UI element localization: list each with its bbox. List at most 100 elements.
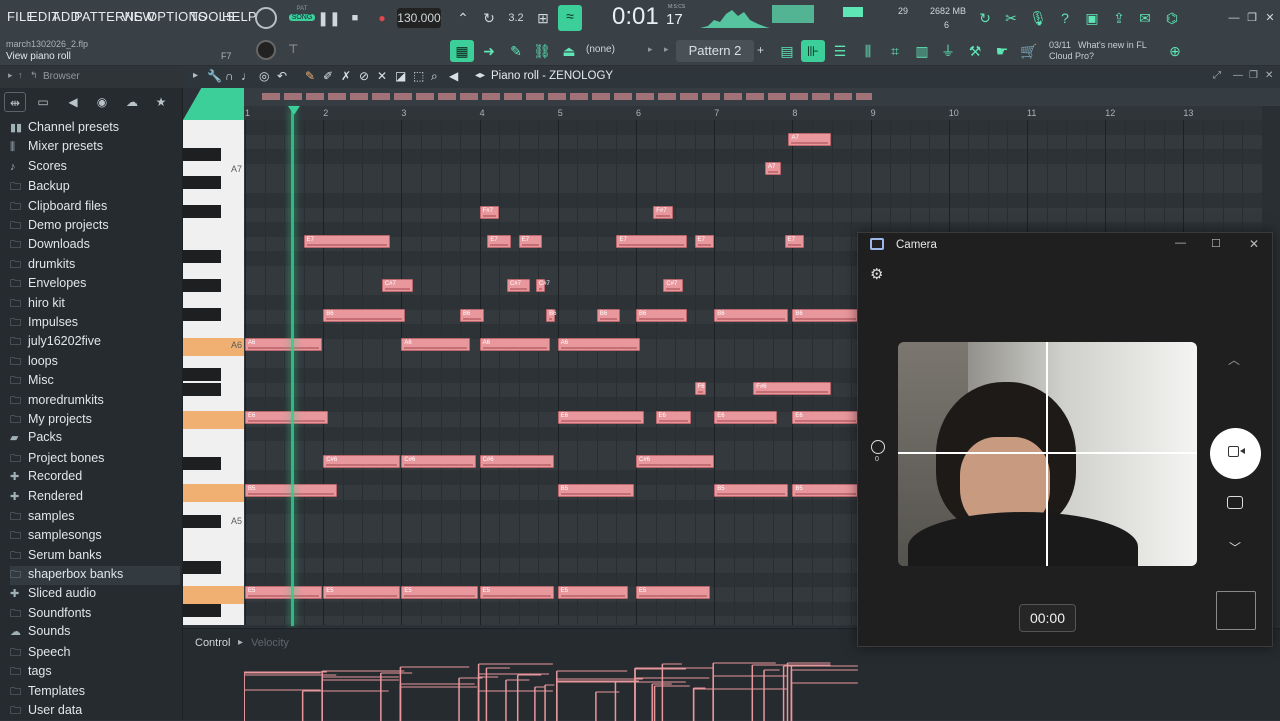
highlighted-key[interactable] xyxy=(183,484,244,502)
browser-item[interactable]: 🗀 Envelopes xyxy=(10,275,180,294)
target-icon[interactable]: ◎ xyxy=(259,69,269,83)
save-icon[interactable]: ▣ xyxy=(1080,7,1104,29)
magnet-icon[interactable]: ∩ xyxy=(225,69,234,83)
wrench-icon[interactable]: 🔧 xyxy=(207,69,222,83)
black-key[interactable] xyxy=(183,457,221,470)
midi-note[interactable]: E5 xyxy=(323,586,400,599)
help-icon[interactable]: ? xyxy=(1053,7,1077,29)
midi-note[interactable]: A6 xyxy=(557,338,640,351)
midi-note[interactable]: F#7 xyxy=(653,206,673,219)
arrow-right-small-icon[interactable]: ▸ xyxy=(664,44,669,55)
tempo-display[interactable]: 130.000 xyxy=(397,8,441,28)
paint-icon[interactable]: ✐ xyxy=(323,69,333,83)
midi-note[interactable]: E6 xyxy=(714,411,777,424)
black-key[interactable] xyxy=(183,308,221,321)
playhead[interactable] xyxy=(291,106,294,626)
midi-note[interactable]: F6 xyxy=(694,382,707,395)
plugin-icon[interactable]: ⌗ xyxy=(883,40,907,62)
midi-note[interactable]: B6 xyxy=(460,309,484,322)
browser-item[interactable]: 🗀 shaperbox banks xyxy=(10,566,180,586)
browser-item[interactable]: 🗀 Downloads xyxy=(10,236,180,255)
highlighted-key[interactable] xyxy=(183,411,244,429)
midi-note[interactable]: C#7 xyxy=(535,279,550,292)
browser-item[interactable]: 🗀 Clipboard files xyxy=(10,198,180,217)
camera-minimize-icon[interactable]: — xyxy=(1175,237,1186,249)
midi-note[interactable]: F#7 xyxy=(479,206,500,219)
pat-song-toggle[interactable]: PAT SONG xyxy=(289,6,315,30)
pause-button[interactable]: ❚❚ xyxy=(317,7,341,29)
browser-item[interactable]: 🗀 Soundfonts xyxy=(10,605,180,624)
midi-note[interactable]: E6 xyxy=(557,411,644,424)
browser-item[interactable]: 🗀 Demo projects xyxy=(10,217,180,236)
black-key[interactable] xyxy=(183,383,221,396)
last-capture-thumbnail[interactable] xyxy=(1216,591,1256,630)
midi-note[interactable]: C#6 xyxy=(636,455,715,468)
black-key[interactable] xyxy=(183,604,221,617)
midi-note[interactable]: E5 xyxy=(557,586,629,599)
undo-icon[interactable]: ↶ xyxy=(277,69,287,83)
browser-item[interactable]: 🗀 Misc xyxy=(10,372,180,391)
midi-note[interactable]: E7 xyxy=(616,235,687,248)
midi-note[interactable]: E5 xyxy=(479,586,554,599)
all-tab-icon[interactable]: ⇹ xyxy=(4,92,26,112)
news-line-1[interactable]: What's new in FL xyxy=(1078,40,1147,50)
control-arrow-icon[interactable]: ▸ xyxy=(238,637,243,648)
globe-icon[interactable]: ⊕ xyxy=(1163,40,1187,62)
arrow-right-icon[interactable]: ➜ xyxy=(477,40,501,62)
browser-item[interactable]: 🗀 Backup xyxy=(10,178,180,197)
master-volume-knob[interactable] xyxy=(255,7,277,29)
speaker-icon[interactable]: ◀ xyxy=(449,69,458,83)
camera-up-icon[interactable]: ︿ xyxy=(1228,351,1240,368)
loop-record-icon[interactable]: ↻ xyxy=(477,7,501,29)
share-icon[interactable]: ⌬ xyxy=(1160,7,1184,29)
files-tab-icon[interactable]: ▭ xyxy=(32,92,54,112)
pr-close-icon[interactable]: ✕ xyxy=(1265,70,1273,81)
slice-icon[interactable]: ◪ xyxy=(395,69,406,83)
control-label[interactable]: Control xyxy=(195,637,230,649)
midi-note[interactable]: C#6 xyxy=(323,455,400,468)
pattern-selector[interactable]: Pattern 2 xyxy=(676,40,754,62)
black-key[interactable] xyxy=(183,148,221,161)
piano-keyboard[interactable]: A7 A6 A5 xyxy=(183,120,244,625)
black-key[interactable] xyxy=(183,205,221,218)
metronome-icon[interactable]: ⌃ xyxy=(451,7,475,29)
midi-note[interactable]: E6 xyxy=(245,411,328,424)
browser-item[interactable]: ▰ Packs xyxy=(10,430,180,449)
slip-icon[interactable]: ✕ xyxy=(377,69,387,83)
scissors-icon[interactable]: ✂ xyxy=(999,7,1023,29)
velocity-lanes[interactable] xyxy=(244,659,884,721)
note-overview-strip[interactable] xyxy=(244,88,1280,106)
midi-note[interactable]: C#6 xyxy=(401,455,476,468)
midi-note[interactable]: B6 xyxy=(636,309,687,322)
midi-note[interactable]: A6 xyxy=(479,338,550,351)
velocity-label[interactable]: Velocity xyxy=(251,637,289,649)
browser-item[interactable]: ♪ Scores xyxy=(10,159,180,178)
browser-item[interactable]: 🗀 My projects xyxy=(10,411,180,430)
midi-note[interactable]: B6 xyxy=(792,309,859,322)
pitch-knob[interactable] xyxy=(256,40,276,60)
midi-note[interactable]: B5 xyxy=(557,484,635,497)
browser-item[interactable]: 🗀 tags xyxy=(10,663,180,682)
record-video-button[interactable] xyxy=(1210,428,1261,479)
midi-note[interactable]: E5 xyxy=(636,586,711,599)
pr-detach-icon[interactable]: ⤢ xyxy=(1213,70,1221,81)
pr-minimize-icon[interactable]: — xyxy=(1233,70,1243,81)
mute-icon[interactable]: ⊘ xyxy=(359,69,369,83)
black-key[interactable] xyxy=(183,250,221,263)
refresh-icon[interactable]: ↻ xyxy=(973,7,997,29)
camera-zoom-icon[interactable] xyxy=(871,440,885,454)
black-key[interactable] xyxy=(183,279,221,292)
stamp-icon[interactable]: ⏏ xyxy=(557,40,581,62)
browser-item[interactable]: ✚ Recorded xyxy=(10,469,180,488)
browser-item[interactable]: 🗀 hiro kit xyxy=(10,295,180,314)
zoom-icon[interactable]: ⌕ xyxy=(431,69,438,84)
piano-roll-toggle-icon[interactable]: ▦ xyxy=(450,40,474,62)
browser-item[interactable]: 🗀 july16202five xyxy=(10,333,180,352)
browser-item[interactable]: 🗀 Impulses xyxy=(10,314,180,333)
chat-icon[interactable]: ✉ xyxy=(1133,7,1157,29)
browser-item[interactable]: 🗀 samples xyxy=(10,508,180,527)
draw-pencil-icon[interactable]: ✎ xyxy=(305,69,315,83)
browser-item[interactable]: ✚ Sliced audio xyxy=(10,586,180,605)
record-button[interactable]: ● xyxy=(370,7,394,29)
midi-note[interactable]: C#6 xyxy=(479,455,554,468)
